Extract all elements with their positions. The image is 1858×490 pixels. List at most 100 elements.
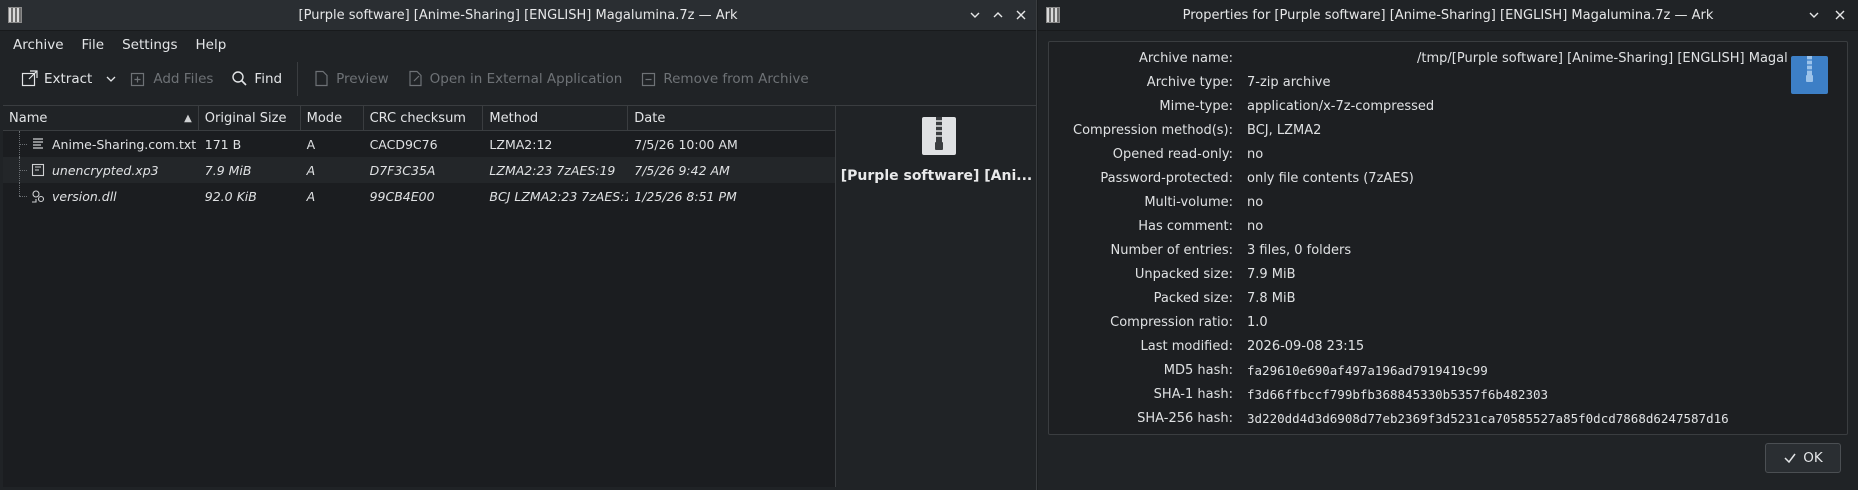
tree-branch (9, 131, 31, 157)
text-file-icon (33, 138, 43, 149)
properties-titlebar[interactable]: Properties for [Purple software] [Anime-… (1038, 0, 1858, 31)
prop-value: BCJ, LZMA2 (1247, 123, 1322, 138)
file-crc: 99CB4E00 (369, 188, 435, 204)
ark-window: [Purple software] [Anime-Sharing] [ENGLI… (0, 0, 1037, 490)
prop-value: 7.8 MiB (1247, 291, 1296, 306)
extract-dropdown-button[interactable] (101, 64, 121, 94)
prop-value: 2026-09-08 23:15 (1247, 339, 1365, 354)
preview-label: Preview (336, 70, 389, 87)
remove-button[interactable]: Remove from Archive (631, 64, 817, 94)
prop-packed-size: Packed size: 7.8 MiB (1049, 291, 1847, 311)
ark-titlebar[interactable]: [Purple software] [Anime-Sharing] [ENGLI… (0, 0, 1036, 31)
preview-button[interactable]: Preview (304, 64, 398, 94)
file-crc: CACD9C76 (369, 136, 438, 152)
table-row[interactable]: Anime-Sharing.com.txt 171 B A CACD9C76 L… (3, 131, 835, 157)
column-header-mode[interactable]: Mode (301, 106, 364, 130)
prop-value: 7-zip archive (1247, 75, 1331, 90)
add-files-button[interactable]: Add Files (121, 64, 222, 94)
prop-label: Opened read-only: (1112, 147, 1233, 162)
prop-value[interactable]: fa29610e690af497a196ad7919419c99 (1247, 363, 1488, 378)
prop-label: Password-protected: (1100, 171, 1233, 186)
close-icon (1016, 10, 1026, 20)
chevron-down-icon (970, 12, 980, 18)
file-name: Anime-Sharing.com.txt (52, 136, 197, 152)
menu-archive[interactable]: Archive (4, 37, 73, 53)
prop-label: MD5 hash: (1163, 363, 1233, 378)
open-external-button[interactable]: Open in External Application (398, 64, 632, 94)
menubar: Archive File Settings Help (0, 31, 1036, 58)
prop-label: Compression method(s): (1073, 123, 1233, 138)
find-label: Find (254, 70, 283, 87)
prop-label: Has comment: (1138, 219, 1233, 234)
chevron-up-icon (993, 12, 1003, 18)
ok-button[interactable]: OK (1765, 443, 1841, 473)
close-button[interactable] (1830, 5, 1850, 25)
minimize-button[interactable] (1804, 5, 1824, 25)
prop-label: Last modified: (1140, 339, 1233, 354)
prop-unpacked-size: Unpacked size: 7.9 MiB (1049, 267, 1847, 287)
file-size: 92.0 KiB (204, 188, 257, 204)
prop-label: Mime-type: (1159, 99, 1233, 114)
column-header-name[interactable]: Name ▲ (3, 106, 199, 130)
column-header-size[interactable]: Original Size (199, 106, 301, 130)
minimize-button[interactable] (965, 5, 985, 25)
file-size: 7.9 MiB (204, 162, 252, 178)
prop-label: Archive name: (1138, 51, 1233, 66)
prop-multi-volume: Multi-volume: no (1049, 195, 1847, 215)
column-header-date[interactable]: Date (628, 106, 835, 130)
prop-value: no (1247, 195, 1264, 210)
file-date: 7/5/26 10:00 AM (634, 136, 738, 152)
prop-value: 1.0 (1247, 315, 1268, 330)
main-content: Name ▲ Original Size Mode CRC checksum M… (3, 105, 1036, 487)
table-row[interactable]: unencrypted.xp3 7.9 MiB A D7F3C35A LZMA2… (3, 157, 835, 183)
extract-button[interactable]: Extract (12, 64, 101, 94)
file-name: version.dll (52, 188, 117, 204)
close-button[interactable] (1011, 5, 1031, 25)
remove-label: Remove from Archive (663, 70, 809, 87)
column-header-method[interactable]: Method (483, 106, 629, 130)
prop-label: Archive type: (1146, 75, 1233, 90)
info-archive-name: [Purple software] [Ani... (840, 168, 1033, 184)
column-header-label: Date (634, 111, 666, 126)
properties-dialog: Properties for [Purple software] [Anime-… (1038, 0, 1858, 490)
maximize-button[interactable] (988, 5, 1008, 25)
column-header-label: Name (9, 111, 48, 126)
sort-ascending-icon: ▲ (184, 113, 192, 124)
prop-value: /tmp/[Purple software] [Anime-Sharing] [… (1417, 51, 1787, 66)
file-date: 1/25/26 8:51 PM (634, 188, 737, 204)
prop-sha1: SHA-1 hash: f3d66ffbccf799bfb368845330b53… (1049, 387, 1847, 407)
file-mode: A (306, 136, 316, 152)
table-header: Name ▲ Original Size Mode CRC checksum M… (3, 106, 835, 131)
prop-last-modified: Last modified: 2026-09-08 23:15 (1049, 339, 1847, 359)
chevron-down-icon (1809, 12, 1819, 18)
menu-file[interactable]: File (73, 37, 114, 53)
find-button[interactable]: Find (222, 64, 291, 94)
add-files-icon (131, 72, 145, 87)
prop-label: Compression ratio: (1110, 315, 1233, 330)
column-header-crc[interactable]: CRC checksum (364, 106, 484, 130)
prop-entries: Number of entries: 3 files, 0 folders (1049, 243, 1847, 263)
file-method: BCJ LZMA2:23 7zAES:19 (489, 188, 629, 204)
menu-help[interactable]: Help (186, 37, 235, 53)
file-method: LZMA2:12 (489, 136, 553, 152)
menu-settings[interactable]: Settings (113, 37, 186, 53)
file-mode: A (306, 188, 316, 204)
prop-value: no (1247, 219, 1264, 234)
prop-archive-name: Archive name: /tmp/[Purple software] [Ani… (1049, 51, 1847, 71)
file-method: LZMA2:23 7zAES:19 (489, 162, 616, 178)
prop-value[interactable]: 3d220dd4d3d6908d77eb2369f3d5231ca7058552… (1247, 411, 1729, 426)
column-header-label: CRC checksum (369, 111, 466, 126)
prop-value[interactable]: f3d66ffbccf799bfb368845330b5357f6b482303 (1247, 387, 1548, 402)
close-icon (1835, 10, 1845, 20)
prop-md5: MD5 hash: fa29610e690af497a196ad7919419c9… (1049, 363, 1847, 383)
prop-mime-type: Mime-type: application/x-7z-compressed (1049, 99, 1847, 119)
table-row[interactable]: version.dll 92.0 KiB A 99CB4E00 BCJ LZMA… (3, 183, 835, 209)
add-files-label: Add Files (153, 70, 214, 87)
binary-file-icon (31, 163, 45, 177)
ok-label: OK (1803, 450, 1823, 466)
prop-label: Unpacked size: (1134, 267, 1233, 282)
archive-zip-icon (922, 117, 956, 155)
file-crc: D7F3C35A (369, 162, 436, 178)
tree-branch (9, 183, 31, 209)
prop-value: application/x-7z-compressed (1247, 99, 1435, 114)
